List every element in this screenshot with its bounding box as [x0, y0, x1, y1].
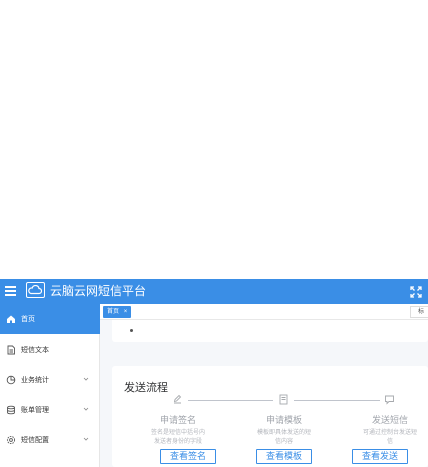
step-description: 签名是短信中括号内 发送者身份的字段 [143, 429, 213, 447]
tab-bar: 首页 × 标 [100, 304, 428, 320]
tab-home-label: 首页 [107, 309, 120, 315]
tab-menu-label: 标 [418, 309, 425, 315]
sidebar-item-label: 业务统计 [21, 377, 49, 384]
view-send-button[interactable]: 查看发送 [352, 449, 408, 464]
sidebar-item-billing[interactable]: 账单管理 [0, 395, 100, 425]
step-template: 申请模板 模板即具体发送的短 信内容 [249, 414, 319, 447]
step-connector [294, 400, 380, 401]
tab-home[interactable]: 首页 × [103, 306, 132, 318]
document-icon [7, 345, 15, 355]
tab-menu-button[interactable]: 标 [410, 306, 428, 318]
sidebar-item-home[interactable]: 首页 [0, 304, 100, 334]
sidebar-item-label: 短信配置 [21, 437, 49, 444]
step-description-line: 模板即具体发送的短 [256, 430, 311, 436]
edit-icon [173, 394, 182, 404]
sidebar-item-business-stats[interactable]: 业务统计 [0, 365, 100, 395]
step-description-line: 签名是短信中括号内 [150, 430, 205, 436]
view-signature-button[interactable]: 查看签名 [160, 449, 216, 464]
fullscreen-icon[interactable] [410, 285, 422, 298]
message-icon [385, 395, 394, 405]
chevron-down-icon [83, 407, 89, 411]
sidebar-item-label: 短信文本 [21, 347, 49, 354]
step-connector [188, 400, 273, 401]
sidebar-item-label: 首页 [21, 316, 35, 323]
sidebar-item-sms-config[interactable]: 短信配置 [0, 425, 100, 455]
step-signature: 申请签名 签名是短信中括号内 发送者身份的字段 [143, 414, 213, 447]
sidebar: 首页 短信文本 业务统计 账单管理 短信配置 [0, 304, 100, 467]
view-template-button[interactable]: 查看模板 [256, 449, 312, 464]
step-send: 发送短信 可通过控制台发送短 信 [355, 414, 425, 447]
template-icon [279, 394, 288, 405]
pie-chart-icon [6, 375, 16, 385]
hamburger-icon[interactable] [5, 286, 16, 297]
cloud-icon [26, 282, 45, 298]
chevron-down-icon [83, 437, 89, 441]
chevron-down-icon [83, 377, 89, 381]
step-description: 可通过控制台发送短 信 [355, 429, 425, 447]
flow-title: 发送流程 [124, 382, 168, 394]
gear-icon [6, 435, 16, 445]
app-window: 云脑云网短信平台 首页 短信文本 业务统计 账单管理 短信配置 首页 × 标 发… [0, 0, 428, 467]
step-title: 发送短信 [371, 415, 408, 425]
step-description-line: 发送者身份的字段 [153, 439, 202, 445]
overview-card [112, 320, 428, 342]
top-bar: 云脑云网短信平台 [0, 279, 428, 304]
step-title: 申请签名 [159, 415, 196, 425]
step-description-line: 信内容 [274, 439, 293, 445]
home-icon [7, 315, 15, 323]
database-icon [7, 405, 15, 415]
step-title: 申请模板 [265, 415, 302, 425]
bullet-dot [130, 329, 133, 332]
app-title: 云脑云网短信平台 [50, 284, 147, 298]
send-flow-card: 发送流程 申请签名 签名是短信中括号内 发送者身份的字段 申请模板 模板即具体发… [112, 366, 428, 467]
main-content: 首页 × 标 发送流程 申请签名 签名是短信中括号内 发送者身份的字段 申请模板… [100, 304, 428, 467]
sidebar-item-sms-text[interactable]: 短信文本 [0, 335, 100, 365]
step-description-line: 可通过控制台发送短 [362, 430, 417, 436]
sidebar-item-label: 账单管理 [21, 407, 49, 414]
close-icon[interactable]: × [124, 309, 128, 315]
step-description: 模板即具体发送的短 信内容 [249, 429, 319, 447]
step-description-line: 信 [386, 439, 393, 445]
